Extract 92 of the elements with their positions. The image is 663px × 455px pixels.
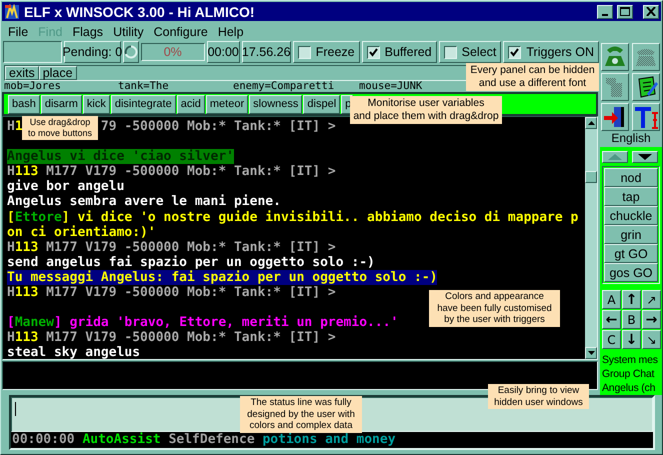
help-tooltip: Use drag&drop to move buttons [22,116,98,140]
scroll-up-button[interactable] [585,117,597,129]
direction-key[interactable]: C [602,330,621,349]
action-button[interactable]: dispel [303,94,340,114]
spinner-icon [124,45,138,59]
window-title: ELF x WINSOCK 3.00 - Hi ALMICO! [24,4,256,20]
macro-button[interactable]: tap [604,187,658,206]
toolbar-button[interactable] [632,103,660,131]
variable-label: mouse=JUNK [359,81,422,92]
pending-count: Pending: 0 [64,41,121,63]
action-button[interactable]: slowness [249,94,302,114]
help-tooltip: The status line was fully designed by the user with colors and complex data [240,396,362,433]
menu-item[interactable]: Flags [67,24,108,38]
minimize-button[interactable] [597,4,613,18]
window-list-item[interactable]: Group Chat [602,367,662,381]
direction-key[interactable]: → [642,310,661,329]
direction-key[interactable]: ↘ [642,330,661,349]
checkbox-label[interactable]: Select [462,45,496,59]
checkbox[interactable] [508,46,522,58]
macro-button[interactable]: chuckle [604,206,658,225]
menu-item[interactable]: Help [212,24,249,38]
checkbox[interactable] [298,46,311,58]
terminal-line: [Manew] grida 'bravo, Ettore, meriti un premio...' [7,315,398,330]
action-button[interactable]: kick [82,94,110,114]
timer-display: 00:00 [206,41,240,63]
scroll-down-button[interactable] [585,347,597,359]
scroll-thumb[interactable] [585,171,597,183]
terminal-line: give bor angelu [7,179,124,194]
up-arrow-icon [588,121,594,125]
toolbar-button[interactable] [632,73,660,101]
terminal-line: send angelus fai spazio per un oggetto solo :-) [7,254,375,270]
terminal-text: 79 -500000 Mob:* Tank:* [IT] > [100,119,336,134]
window-list-item[interactable]: Angelus (ch [602,381,662,395]
help-tooltip: Colors and appearance have been fully customised by the user with triggers [429,290,560,327]
menu-item[interactable]: Utility [108,24,149,38]
text-cursor-icon [633,104,659,130]
checkbox-label[interactable]: Buffered [384,45,432,59]
direction-key[interactable]: ↓ [622,330,641,349]
language-label: English [610,132,652,145]
direction-key[interactable]: B [622,310,641,329]
panel-button[interactable]: exits [5,66,39,80]
down-arrow-icon [588,351,594,355]
close-icon [646,7,656,16]
checkbox[interactable] [444,46,457,58]
terminal-line: steal sky angelus [7,345,140,359]
direction-key[interactable]: ↗ [642,290,661,309]
progress-label: 0% [164,45,182,59]
macro-button[interactable]: gt GO [604,244,658,263]
direction-key[interactable]: A [602,290,621,309]
terminal-line: H113 M177 V179 -500000 Mob:* Tank:* [IT] > [7,330,336,346]
down-arrow-icon [638,154,652,160]
help-tooltip: Every panel can be hidden and use a different font [466,63,599,91]
macro-button[interactable]: gos GO [604,263,658,282]
window-list-item[interactable]: System mes [602,353,662,367]
terminal-line: [Ettore] vi dice 'o nostre guide invisibili.. abbiamo deciso di mappare p [7,210,578,225]
checkbox[interactable] [366,46,380,58]
panel-button[interactable]: place [38,66,77,80]
action-button[interactable]: disintegrate [110,94,176,114]
close-button[interactable] [643,4,659,18]
action-button[interactable]: bash [8,94,40,114]
help-tooltip: Monitorise user variables and place them with drag&drop [350,96,502,124]
terminal-line: H113 M177 V179 -500000 Mob:* Tank:* [IT] > [7,285,336,300]
terminal-line: H113 M177 V179 -500000 Mob:* Tank:* [IT] > [7,164,336,180]
minimize-icon [602,14,608,16]
up-arrow-icon [608,154,622,160]
terminal-line: H113 M177 V179 -500000 Mob:* Tank:* [IT] > [7,240,336,255]
macro-button[interactable]: grin [604,225,658,244]
checkbox-label[interactable]: Freeze [316,45,355,59]
toolbar-button[interactable] [601,103,629,131]
checkbox-label[interactable]: Triggers ON [526,45,594,59]
toolbar-button[interactable] [601,43,629,71]
terminal-line: Angelus sembra avere le mani piene. [7,194,281,210]
maximize-button[interactable] [617,4,633,18]
action-button[interactable]: meteor [206,94,248,114]
macro-button[interactable]: nod [604,168,658,187]
menu-item[interactable]: Configure [148,24,213,38]
status-panel [3,41,62,63]
menu-item[interactable]: File [3,24,34,38]
variable-label: enemy=Comparetti [233,81,334,92]
direction-key[interactable]: ← [602,310,621,329]
app-icon [4,4,20,20]
variable-label: mob=Jores [4,81,61,92]
direction-key[interactable]: ↑ [622,290,641,309]
maximize-icon [620,7,630,16]
action-button[interactable]: acid [176,94,205,114]
variable-label: tank=The [118,81,169,92]
clock-display: 17.56.26 [242,41,291,63]
action-button[interactable]: disarm [40,94,82,114]
terminal-text: H1 [7,119,23,134]
terminal-line: on ci orientiamo:)' [7,224,156,240]
scroll-down-button[interactable] [632,151,658,163]
help-tooltip: Easily bring to view hidden user windows [488,384,589,410]
